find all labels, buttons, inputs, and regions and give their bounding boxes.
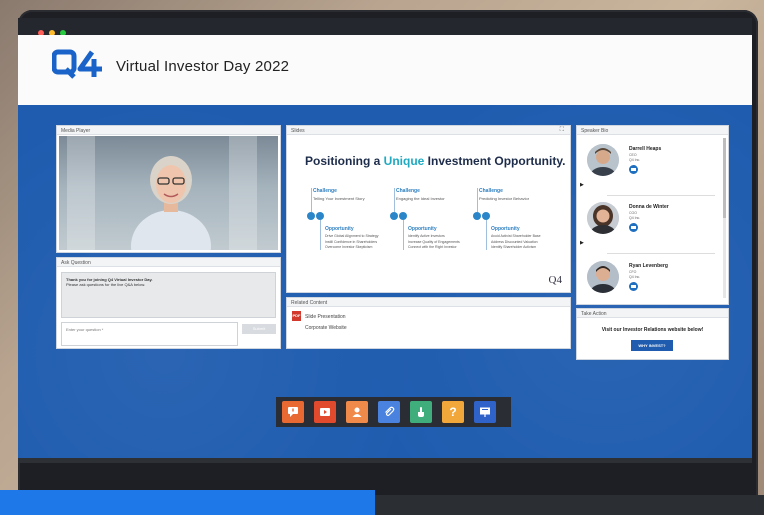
slide-column-3: Challenge Predicting Investor Behavior [479,188,557,201]
speaker-company: Q4 Inc. [629,158,641,162]
qa-icon[interactable] [282,401,304,423]
slide-opportunity-3: Opportunity Avoid Activist Shareholder B… [491,226,569,251]
presentation-icon[interactable] [474,401,496,423]
presenter-video [131,156,211,250]
related-content-panel: Related Content PDF Slide Presentation C… [286,297,571,349]
submit-question-button[interactable]: Submit [242,324,276,334]
slides-panel: Slides ⛶ Positioning a Unique Investment… [286,125,571,293]
challenge-text: Engaging the Ideal Investor [396,196,445,201]
slide-title-post: Investment Opportunity. [424,154,566,168]
slide-column-1: Challenge Telling Your Investment Story [313,188,391,201]
slide-title-highlight: Unique [383,154,425,168]
challenge-text: Telling Your Investment Story [313,196,365,201]
challenge-label: Challenge [479,188,503,194]
panel-title: Media Player [57,126,280,135]
scrollbar-thumb[interactable] [723,138,726,218]
avatar [587,261,619,293]
slide-watermark: Q4 [548,274,562,286]
opportunity-label: Opportunity [408,226,437,232]
panel-title: Take Action [577,309,728,318]
slide-column-2: Challenge Engaging the Ideal Investor [396,188,474,201]
person-icon[interactable] [346,401,368,423]
action-message: Visit our Investor Relations website bel… [601,327,704,333]
email-icon[interactable] [629,223,638,232]
email-icon[interactable] [629,282,638,291]
step-bubble [399,212,407,220]
expand-bio-icon[interactable]: ▶ [580,240,584,246]
slide-title-pre: Positioning a [305,154,384,168]
avatar [587,144,619,176]
challenge-label: Challenge [396,188,420,194]
challenge-text: Predicting Investor Behavior [479,196,530,201]
step-bubble [316,212,324,220]
opportunity-text: Identify Active Investors Increase Quali… [408,234,460,249]
take-action-panel: Take Action Visit our Investor Relations… [576,308,729,360]
speaker-name: Darrell Heaps [629,146,662,152]
speaker-company: Q4 Inc. [629,275,641,279]
step-bubble [307,212,315,220]
paperclip-icon[interactable] [378,401,400,423]
speaker-name: Donna de Winter [629,204,669,210]
laptop-bottom-edge [18,458,752,463]
media-player-panel: Media Player [56,125,281,253]
panel-title: Related Content [287,298,570,307]
speaker-role: COO [629,211,637,215]
feature-toolbar: ? [276,397,511,427]
welcome-subtitle: Please ask questions for the live Q&A be… [66,282,146,287]
speaker-role: CEO [629,153,637,157]
challenge-label: Challenge [313,188,337,194]
related-link-website[interactable]: Corporate Website [305,325,347,331]
expand-icon[interactable]: ⛶ [560,127,564,134]
hand-icon[interactable] [410,401,432,423]
related-link-slides[interactable]: Slide Presentation [305,314,346,320]
speaker-name: Ryan Levenberg [629,263,668,269]
speaker-bio-panel: Speaker Bio Darrell Heaps CEO Q4 Inc. ▶ … [576,125,729,305]
opportunity-label: Opportunity [491,226,520,232]
video-player[interactable] [59,136,278,250]
panel-title: Slides [287,126,570,135]
panel-title: Ask Question [57,258,280,267]
step-bubble [390,212,398,220]
email-icon[interactable] [629,165,638,174]
step-bubble [482,212,490,220]
event-stage: Media Player Ask Question Thank you for … [18,105,752,460]
ask-question-panel: Ask Question Thank you for joining Q4 Vi… [56,257,281,349]
speaker-company: Q4 Inc. [629,216,641,220]
why-invest-button[interactable]: WHY INVEST? [631,340,673,351]
event-header: Virtual Investor Day 2022 [18,35,752,105]
brand-accent-bar [0,490,375,515]
pdf-icon: PDF [292,311,301,321]
slide-opportunity-2: Opportunity Identify Active Investors In… [408,226,486,251]
expand-bio-icon[interactable]: ▶ [580,182,584,188]
panel-title: Speaker Bio [577,126,728,135]
step-bubble [473,212,481,220]
slide-opportunity-1: Opportunity Drive Global Alignment to St… [325,226,403,251]
play-icon[interactable] [314,401,336,423]
opportunity-text: Avoid Activist Shareholder Base Address … [491,234,541,249]
page-title: Virtual Investor Day 2022 [116,58,290,75]
avatar [587,202,619,234]
speaker-role: CFO [629,270,637,274]
q4-logo [52,49,102,79]
slide-title: Positioning a Unique Investment Opportun… [305,154,565,168]
opportunity-label: Opportunity [325,226,354,232]
question-icon[interactable]: ? [442,401,464,423]
opportunity-text: Drive Global Alignment to Strategy Insti… [325,234,379,249]
question-input[interactable]: Enter your question * [61,322,238,346]
welcome-message: Thank you for joining Q4 Virtual Investo… [61,272,276,318]
